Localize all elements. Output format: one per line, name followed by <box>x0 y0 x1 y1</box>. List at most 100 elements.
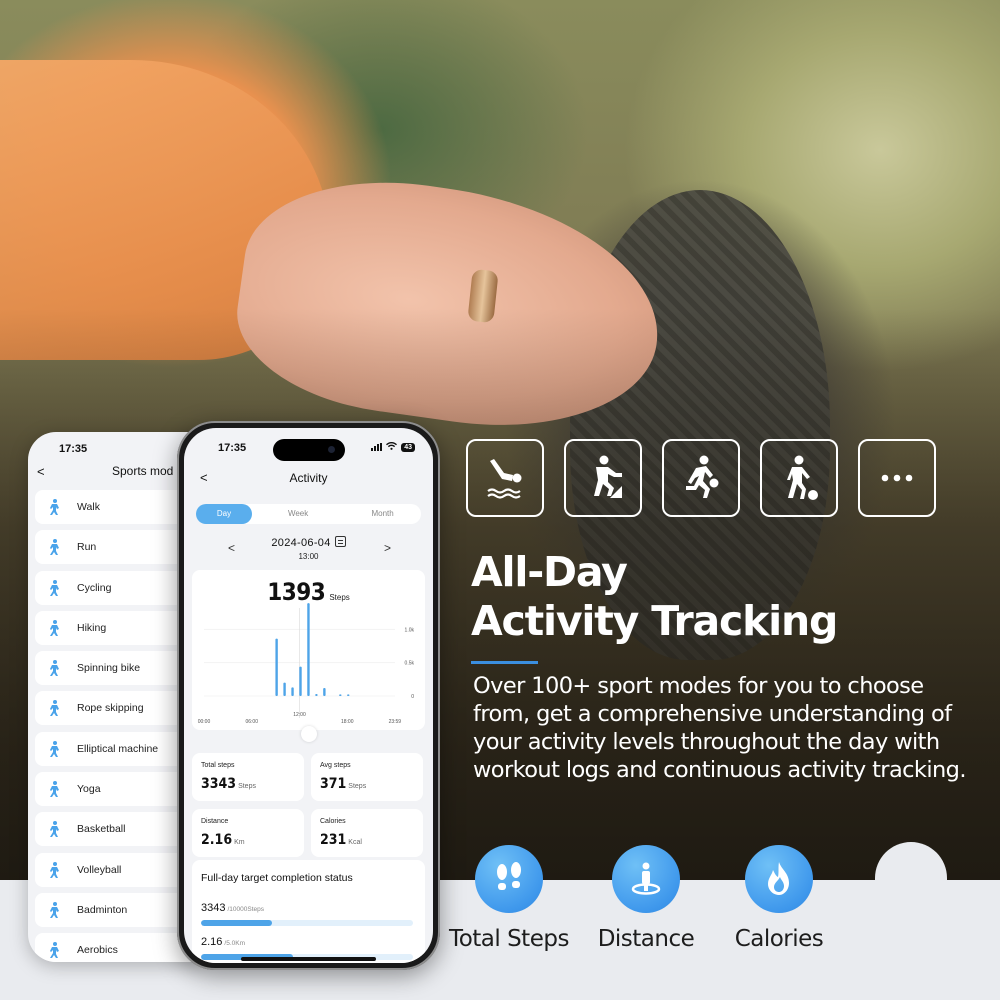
sport-mode-item[interactable]: Yoga <box>35 772 195 807</box>
cycling-icon <box>43 577 65 599</box>
stat-value: 231 <box>320 832 347 848</box>
sport-mode-list: Walk Run Cycling Hiking Spinning bike Rope sk… <box>35 490 195 962</box>
x-tick-label: 00:00 <box>198 719 211 725</box>
chart-bar <box>299 666 302 696</box>
tab-week[interactable]: Week <box>252 504 344 524</box>
screen-title: Activity <box>289 471 328 485</box>
sport-mode-item[interactable]: Basketball <box>35 812 195 847</box>
more-icon[interactable] <box>858 439 936 517</box>
walk-icon <box>43 496 65 518</box>
tab-day[interactable]: Day <box>196 504 252 524</box>
tab-month[interactable]: Month <box>344 504 421 524</box>
target-value: 2.16 <box>201 936 223 948</box>
sport-mode-item[interactable]: Volleyball <box>35 852 195 887</box>
battery-indicator: 43 <box>401 442 415 452</box>
sport-mode-label: Cycling <box>77 581 112 594</box>
target-completion-card: Full-day target completion status 3343/1… <box>192 860 425 963</box>
camera-icon <box>328 446 335 453</box>
activity-phone: 17:35 43 < Activity Day Week Month < 202… <box>177 421 440 970</box>
sport-mode-item[interactable]: Elliptical machine <box>35 731 195 766</box>
sport-mode-item[interactable]: Run <box>35 530 195 565</box>
chart-bar <box>307 603 310 696</box>
sport-icon-row <box>466 439 936 517</box>
x-tick-label: 12:00 <box>293 712 306 718</box>
headline-line-1: All-Day <box>471 548 628 596</box>
stat-card-total-steps: Total steps 3343 Steps <box>192 753 304 801</box>
next-day-button[interactable]: > <box>384 541 391 555</box>
sport-mode-item[interactable]: Spinning bike <box>35 651 195 686</box>
signal-icon <box>371 443 383 451</box>
diving-icon <box>466 439 544 517</box>
metric-calories: Calories <box>714 845 844 952</box>
x-tick-label: 18:00 <box>341 719 354 725</box>
stat-label: Total steps <box>201 762 235 769</box>
sport-mode-item[interactable]: Hiking <box>35 610 195 645</box>
sport-mode-label: Elliptical machine <box>77 742 159 755</box>
stat-label: Distance <box>201 818 229 825</box>
sport-mode-item[interactable]: Rope skipping <box>35 691 195 726</box>
chart-bar <box>315 694 318 696</box>
spinning-bike-icon <box>43 657 65 679</box>
back-button[interactable]: < <box>37 464 45 479</box>
metric-distance: Distance <box>581 845 711 952</box>
status-icons: 43 <box>371 442 415 452</box>
target-row-steps: 3343/10000Steps <box>201 898 413 926</box>
headline: All-Day Activity Tracking <box>471 548 838 646</box>
activity-screen: 17:35 43 < Activity Day Week Month < 202… <box>184 428 433 963</box>
target-goal: /5.0Km <box>224 940 246 947</box>
footprints-icon <box>475 845 543 913</box>
sport-mode-label: Spinning bike <box>77 662 141 675</box>
date-navigator: < 2024-06-04 13:00 > <box>184 536 433 566</box>
stat-card-avg-steps: Avg steps 371 Steps <box>311 753 423 801</box>
status-time: 17:35 <box>218 442 247 454</box>
period-tabs: Day Week Month <box>196 504 421 524</box>
sport-mode-label: Run <box>77 541 97 554</box>
elliptical-icon <box>43 738 65 760</box>
stat-card-calories: Calories 231 Kcal <box>311 809 423 857</box>
target-title: Full-day target completion status <box>201 872 353 884</box>
hiking-icon <box>564 439 642 517</box>
sport-mode-label: Yoga <box>77 783 101 796</box>
stat-label: Calories <box>320 818 346 825</box>
steps-chart-card: 0 0.5k 1.0k 00:00 06:00 12:00 18:00 23:59 1393 S… <box>192 570 425 730</box>
chart-scrubber-handle[interactable] <box>301 726 317 742</box>
bottom-panel-bump <box>875 842 947 922</box>
target-value: 3343 <box>201 902 226 914</box>
stat-unit: Kcal <box>348 839 362 846</box>
calendar-icon[interactable] <box>334 536 346 547</box>
sport-mode-item[interactable]: Aerobics <box>35 933 195 962</box>
sport-mode-label: Walk <box>77 501 100 513</box>
chart-bar <box>323 688 326 696</box>
basketball-icon <box>662 439 740 517</box>
progress-bar <box>201 920 413 926</box>
chart-bar <box>347 694 350 696</box>
hiking-icon <box>43 617 65 639</box>
sport-mode-item[interactable]: Walk <box>35 490 195 524</box>
badminton-icon <box>43 899 65 921</box>
run-icon <box>43 536 65 558</box>
x-tick-label: 23:59 <box>389 719 402 725</box>
metric-label: Calories <box>734 926 824 952</box>
steps-total: 1393 Steps <box>192 578 425 606</box>
y-tick-label: 0.5k <box>405 661 415 667</box>
aerobics-icon <box>43 939 65 961</box>
headline-line-2: Activity Tracking <box>471 597 838 645</box>
y-tick-label: 1.0k <box>405 627 415 633</box>
status-time: 17:35 <box>59 443 88 455</box>
sport-mode-item[interactable]: Cycling <box>35 570 195 605</box>
target-row-distance: 2.16/5.0Km <box>201 932 413 960</box>
sports-mode-phone: 17:35 < Sports mod Walk Run Cycling Hiking S… <box>28 432 198 962</box>
sport-mode-item[interactable]: Badminton <box>35 892 195 927</box>
chart-bar <box>283 682 286 696</box>
home-indicator[interactable] <box>241 957 376 961</box>
basketball-icon <box>43 818 65 840</box>
progress-fill <box>201 920 272 926</box>
date-label: 2024-06-04 <box>271 537 331 549</box>
sport-mode-label: Basketball <box>77 823 126 836</box>
chart-bar <box>291 687 294 696</box>
y-tick-label: 0 <box>411 694 414 700</box>
target-goal: /10000Steps <box>227 906 264 913</box>
chart-bar <box>275 638 278 696</box>
rope-skipping-icon <box>43 697 65 719</box>
metric-label: Distance <box>597 926 695 952</box>
